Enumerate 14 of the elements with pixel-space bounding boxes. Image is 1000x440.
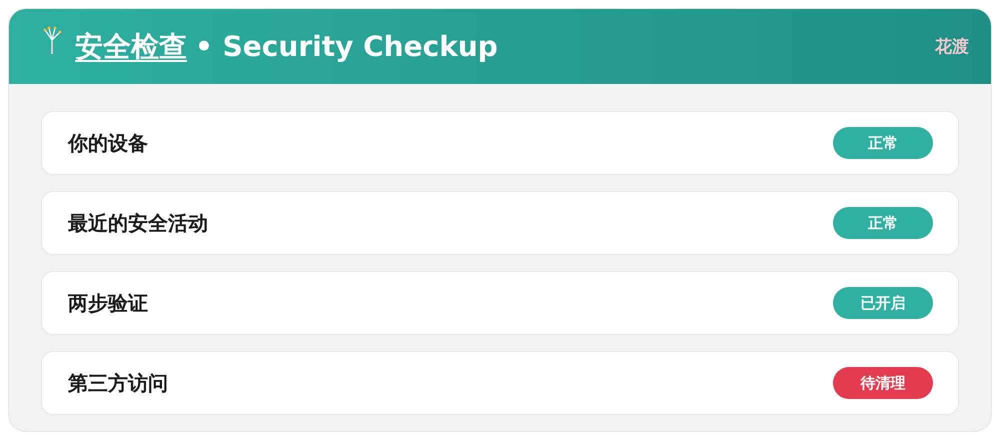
item-label: 第三方访问 <box>68 370 168 396</box>
item-label: 两步验证 <box>68 290 148 316</box>
check-item[interactable]: 第三方访问 待清理 <box>41 351 959 415</box>
check-item[interactable]: 两步验证 已开启 <box>41 271 959 335</box>
plant-icon <box>41 26 63 56</box>
status-badge: 待清理 <box>833 367 933 399</box>
item-label: 你的设备 <box>68 130 148 156</box>
page-title: • Security Checkup <box>195 30 498 63</box>
status-badge: 已开启 <box>833 287 933 319</box>
status-badge: 正常 <box>833 127 933 159</box>
item-label: 最近的安全活动 <box>68 210 208 236</box>
check-item[interactable]: 你的设备 正常 <box>41 111 959 175</box>
check-item[interactable]: 最近的安全活动 正常 <box>41 191 959 255</box>
status-badge: 正常 <box>833 207 933 239</box>
